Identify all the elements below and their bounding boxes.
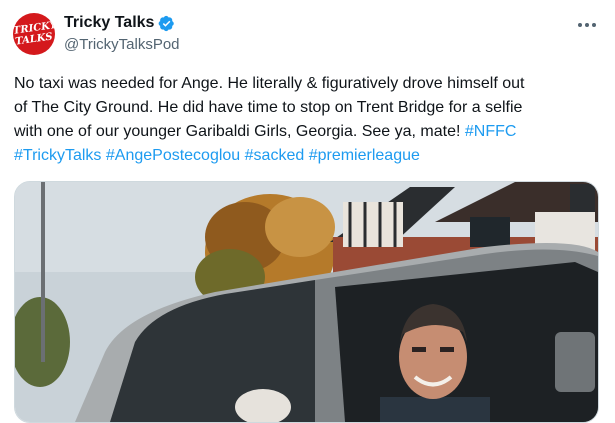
avatar[interactable]: TRICKY TALKS bbox=[13, 13, 55, 55]
hashtag-premierleague[interactable]: #premierleague bbox=[309, 147, 420, 164]
more-options-button[interactable] bbox=[574, 16, 600, 34]
tweet-text-line-1: No taxi was needed for Ange. He literall… bbox=[14, 75, 525, 92]
more-horizontal-icon-dot-1 bbox=[578, 23, 582, 27]
more-horizontal-icon-dot-2 bbox=[585, 23, 589, 27]
hashtag-trickytalks[interactable]: #TrickyTalks bbox=[14, 147, 101, 164]
tweet-text-line-3: with one of our younger Garibaldi Girls,… bbox=[14, 123, 517, 140]
tweet-photo[interactable] bbox=[14, 181, 599, 423]
display-name[interactable]: Tricky Talks bbox=[64, 14, 154, 32]
verified-badge-icon bbox=[159, 15, 175, 31]
photo-of-man-in-car-icon bbox=[15, 182, 598, 422]
handle[interactable]: @TrickyTalksPod bbox=[64, 36, 180, 53]
hashtag-sacked[interactable]: #sacked bbox=[245, 147, 305, 164]
tweet-text-line-2: of The City Ground. He did have time to … bbox=[14, 99, 523, 116]
tweet-text: No taxi was needed for Ange. He literall… bbox=[14, 72, 606, 168]
more-horizontal-icon-dot-3 bbox=[592, 23, 596, 27]
tweet-text-line-4: #TrickyTalks #AngePostecoglou #sacked #p… bbox=[14, 144, 606, 168]
hashtag-nffc[interactable]: #NFFC bbox=[465, 123, 517, 140]
author-name-row: Tricky Talks bbox=[64, 13, 175, 33]
hashtag-angepostecoglou[interactable]: #AngePostecoglou bbox=[106, 147, 240, 164]
